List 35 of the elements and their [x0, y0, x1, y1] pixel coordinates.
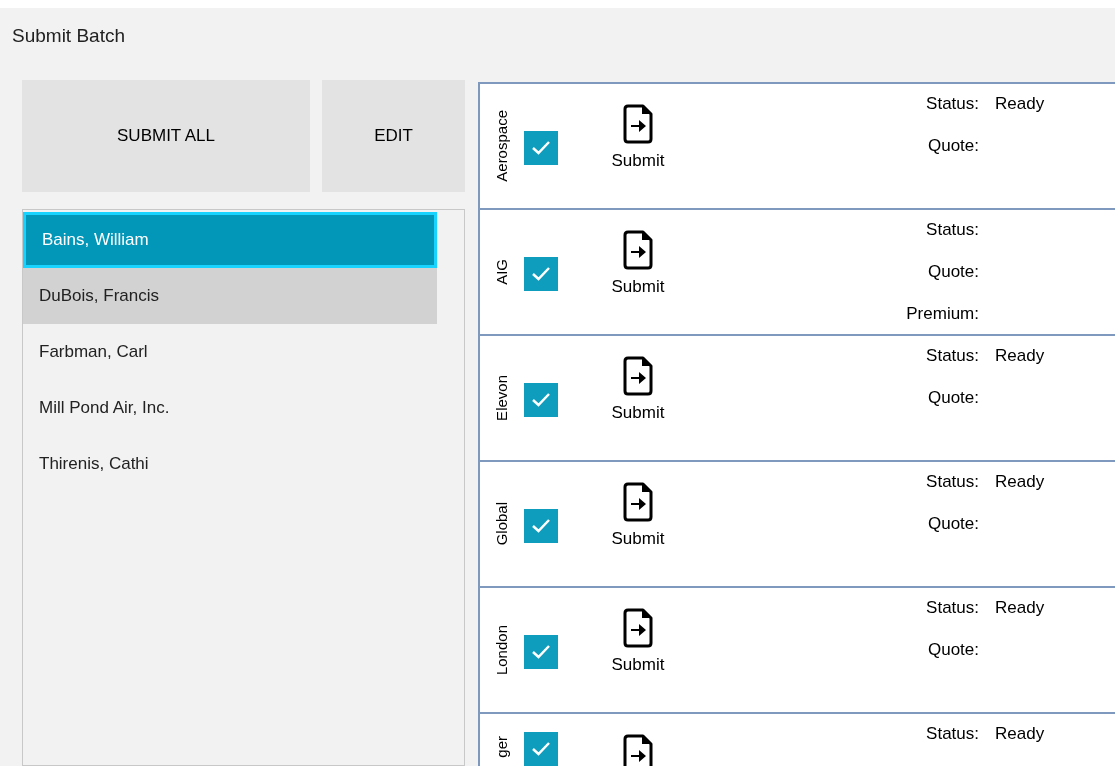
carrier-name: Elevon: [491, 375, 511, 421]
field-label: Status:: [925, 723, 979, 745]
field-label: Premium:: [905, 303, 979, 325]
field-label: Status:: [925, 93, 979, 115]
carrier-name: AIG: [491, 259, 511, 285]
carrier-name: Global: [491, 502, 511, 546]
action-button[interactable]: EDIT: [322, 80, 465, 192]
client-item[interactable]: DuBois, Francis: [23, 268, 437, 324]
carrier-name: Aerospace: [491, 110, 511, 182]
submit-button[interactable]: Submit: [598, 462, 678, 552]
window-title: Submit Batch: [12, 23, 125, 48]
submit-button[interactable]: Submit: [598, 336, 678, 426]
submit-button[interactable]: Submit: [598, 588, 678, 678]
client-item[interactable]: Thirenis, Cathi: [23, 436, 437, 492]
field-label: Status:: [925, 597, 979, 619]
field-label: Quote:: [926, 135, 979, 157]
field-label: Quote:: [926, 639, 979, 661]
action-button[interactable]: SUBMIT ALL: [22, 80, 310, 192]
carrier-name: London: [491, 624, 511, 676]
submit-button[interactable]: Submit: [598, 210, 678, 300]
submit-button[interactable]: Submit: [598, 84, 678, 174]
field-label: Status:: [925, 345, 979, 367]
client-item[interactable]: Mill Pond Air, Inc.: [23, 380, 437, 436]
field-label: Quote:: [926, 387, 979, 409]
carrier-name: ger: [491, 736, 511, 758]
client-item[interactable]: Farbman, Carl: [23, 324, 437, 380]
field-label: Status:: [925, 471, 979, 493]
field-value: Ready: [995, 345, 1045, 367]
field-label: Status:: [925, 219, 979, 241]
field-value: Ready: [995, 471, 1045, 493]
field-value: Ready: [995, 93, 1045, 115]
field-label: Quote:: [926, 261, 979, 283]
field-value: Ready: [995, 597, 1045, 619]
field-label: Quote:: [926, 513, 979, 535]
field-value: Ready: [995, 723, 1045, 745]
